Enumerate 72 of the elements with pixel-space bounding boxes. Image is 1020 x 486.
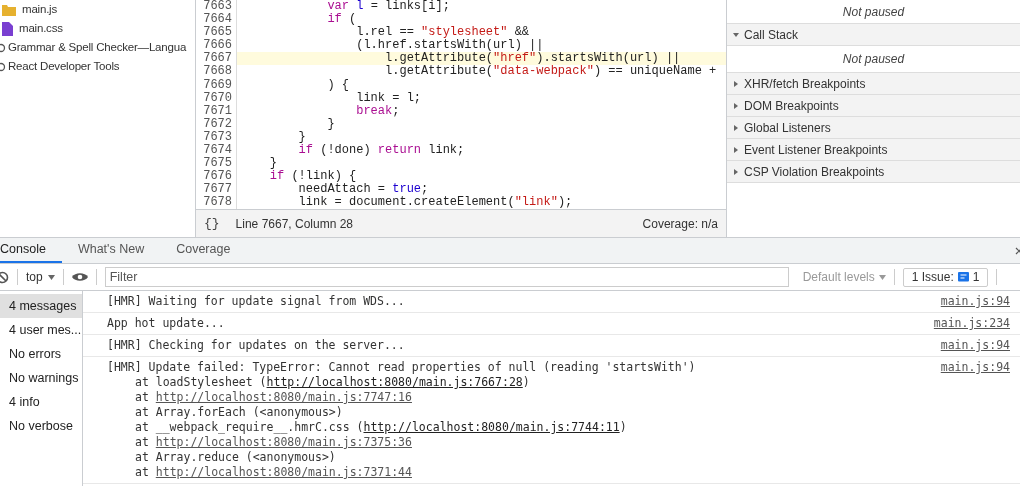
coverage-label: Coverage: n/a	[642, 215, 718, 233]
context-dropdown[interactable]: top	[26, 268, 55, 286]
code-line: ) {	[326, 78, 350, 92]
code-line: link = l;	[355, 91, 422, 105]
code-line: break;	[355, 104, 400, 118]
file-tree-item[interactable]: main.css	[19, 19, 63, 38]
console-message: [HMR] Checking for updates on the server...	[107, 338, 406, 353]
close-icon[interactable]	[1015, 246, 1020, 255]
stack-frame: at loadStylesheet (http://localhost:8080/main.js:7667:28)	[107, 375, 941, 390]
code-line: }	[268, 157, 277, 171]
source-link[interactable]: main.js:94	[940, 338, 1010, 353]
sidebar-item[interactable]: No verbose	[0, 414, 82, 438]
filter-field[interactable]: Filter	[104, 267, 789, 287]
issues-button[interactable]: 1 Issue: 1	[902, 267, 989, 287]
line-number: 7667	[196, 52, 237, 66]
source-link[interactable]: http://localhost:8080/main.js:7371:44	[155, 465, 412, 479]
source-link[interactable]: http://localhost:8080/main.js:7375:36	[155, 435, 412, 449]
console-message: [HMR] Update failed: TypeError: Cannot read properties of null (reading 'startsWith')	[107, 360, 697, 375]
message-icon	[957, 271, 969, 283]
caret-down-icon	[878, 274, 886, 280]
console-message: App hot update...	[107, 316, 226, 331]
stack-frame: at http://localhost:8080/main.js:7747:16	[107, 390, 941, 405]
stack-frame: at Array.forEach (<anonymous>)	[107, 405, 941, 420]
source-link[interactable]: main.js:234	[933, 316, 1010, 331]
clear-icon[interactable]	[0, 270, 9, 284]
source-link[interactable]: main.js:94	[940, 360, 1010, 375]
cursor-position: Line 7667, Column 28	[235, 215, 354, 233]
folder-icon	[2, 3, 16, 16]
section-header[interactable]: CSP Violation Breakpoints	[727, 161, 1020, 183]
sidebar-item[interactable]: No warnings	[0, 366, 82, 390]
stack-frame: at http://localhost:8080/main.js:7371:44	[107, 465, 941, 480]
file-tree-item[interactable]: React Developer Tools	[8, 57, 120, 76]
section-header[interactable]: Global Listeners	[727, 117, 1020, 139]
stack-frame: at __webpack_require__.hmrC.css (http://localhost:8080/main.js:7744:11)	[107, 420, 941, 435]
code-line: link = document.createElement("link");	[297, 196, 573, 209]
sidebar-item[interactable]: 4 messages	[0, 294, 82, 318]
code-line: l.rel == "stylesheet" &&	[355, 26, 530, 40]
eye-icon[interactable]	[71, 272, 88, 282]
section-header[interactable]: Call Stack	[727, 24, 1020, 46]
console-message: [HMR] Waiting for update signal from WDS...	[107, 294, 406, 309]
section-header[interactable]: XHR/fetch Breakpoints	[727, 73, 1020, 95]
code-line: }	[297, 130, 306, 144]
sidebar-item[interactable]: 4 user mes...	[0, 318, 82, 342]
stack-frame: at Array.reduce (<anonymous>)	[107, 450, 941, 465]
section-header[interactable]: Event Listener Breakpoints	[727, 139, 1020, 161]
sidebar-item[interactable]: No errors	[0, 342, 82, 366]
file-icon	[2, 21, 13, 36]
file-tree-item[interactable]: main.js	[22, 0, 58, 19]
source-link[interactable]: main.js:94	[940, 294, 1010, 309]
code-line: (l.href.startsWith(url) ||	[355, 39, 544, 53]
source-link[interactable]: http://localhost:8080/main.js:7744:11	[363, 420, 620, 434]
code-line: var l = links[i];	[326, 0, 450, 13]
drawer-tab[interactable]: What's New	[61, 238, 161, 263]
status-message: Not paused	[842, 51, 905, 68]
sidebar-item[interactable]: 4 info	[0, 390, 82, 414]
status-message: Not paused	[842, 3, 905, 21]
code-line: needAttach = true;	[297, 183, 429, 197]
code-line: if (	[326, 13, 357, 27]
code-line: if (!link) {	[268, 170, 357, 184]
caret-down-icon	[47, 274, 55, 280]
drawer-tab[interactable]: Coverage	[160, 238, 247, 263]
source-link[interactable]: http://localhost:8080/main.js:7747:16	[155, 390, 412, 404]
code-line: }	[326, 117, 335, 131]
pretty-print-button[interactable]: {}	[204, 213, 220, 234]
file-tree-item[interactable]: Grammar & Spell Checker—Langua	[8, 38, 187, 57]
drawer-tab[interactable]: Console	[0, 238, 62, 263]
section-header[interactable]: DOM Breakpoints	[727, 95, 1020, 117]
stack-frame: at http://localhost:8080/main.js:7375:36	[107, 435, 941, 450]
code-line: if (!done) return link;	[297, 144, 465, 158]
code-line: l.getAttribute("href").startsWith(url) ||	[384, 52, 681, 66]
code-line: l.getAttribute("data-webpack") == uniqueName +	[384, 65, 717, 79]
source-link[interactable]: http://localhost:8080/main.js:7667:28	[266, 375, 523, 389]
